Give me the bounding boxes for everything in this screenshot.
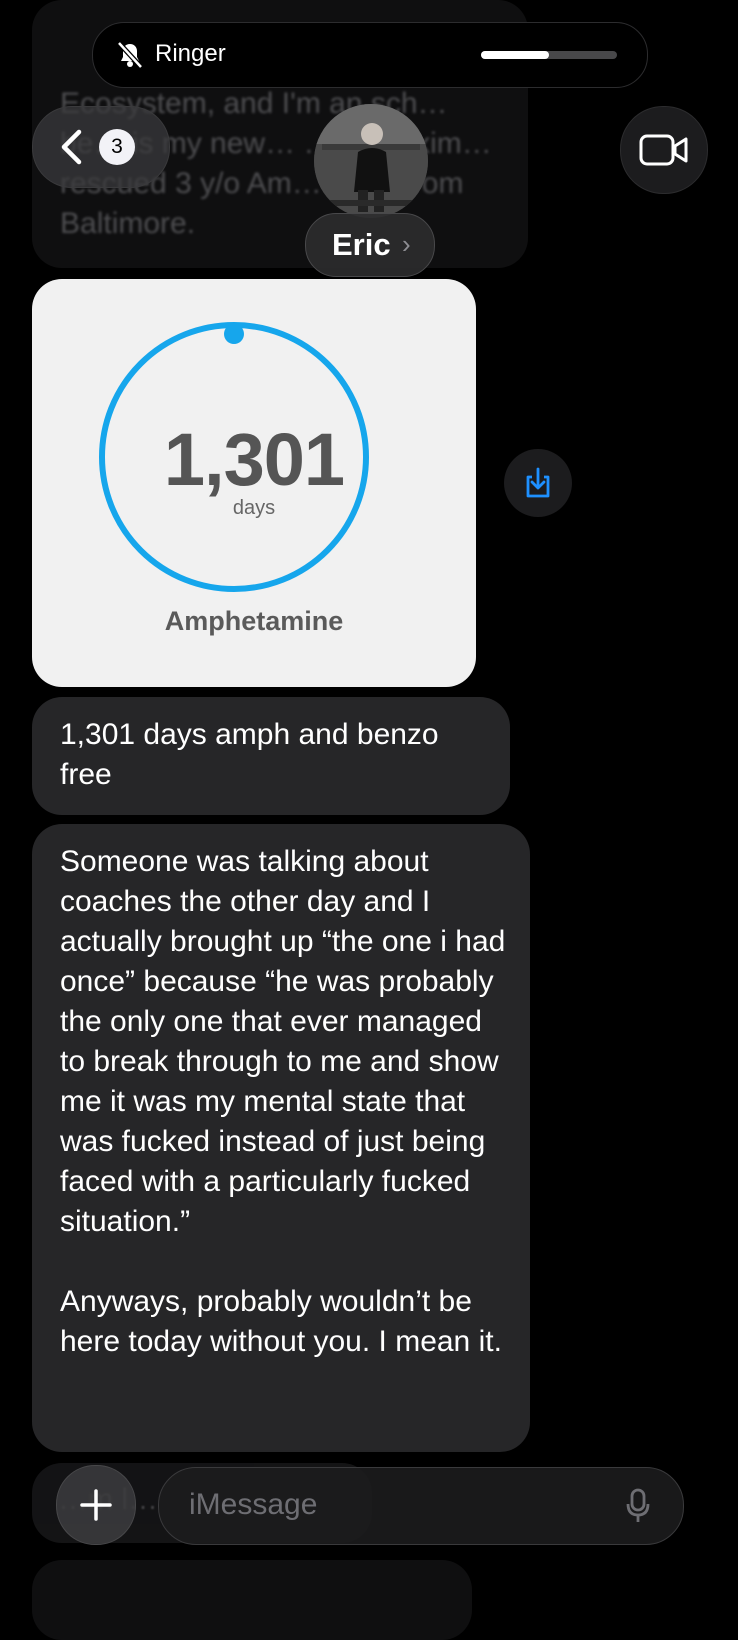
substance-label: Amphetamine <box>164 606 344 636</box>
chevron-right-icon: › <box>402 229 411 259</box>
message-bubble[interactable]: Someone was talking about coaches the ot… <box>32 824 530 1452</box>
ringer-volume-bar <box>481 51 617 59</box>
message-text: 1,301 days amph and benzo free <box>60 718 439 791</box>
plus-icon <box>80 1489 112 1521</box>
save-image-button[interactable] <box>504 449 572 517</box>
microphone-icon[interactable] <box>625 1488 651 1524</box>
message-input[interactable]: iMessage <box>158 1467 684 1545</box>
sobriety-counter-image[interactable]: 1,301 days Amphetamine <box>32 279 476 687</box>
message-input-placeholder: iMessage <box>189 1488 318 1521</box>
save-download-icon <box>526 467 550 498</box>
day-count: 1,301 <box>163 418 345 501</box>
message-bubble-partial[interactable] <box>32 1560 472 1640</box>
unread-count-badge: 3 <box>99 129 135 165</box>
ringer-label: Ringer <box>155 40 226 67</box>
message-bubble[interactable]: 1,301 days amph and benzo free <box>32 697 510 815</box>
avatar-photo <box>314 104 428 218</box>
contact-name-button[interactable]: Eric › <box>305 213 435 277</box>
ringer-volume-fill <box>481 51 549 59</box>
facetime-video-button[interactable] <box>620 106 708 194</box>
contact-avatar[interactable] <box>314 104 428 218</box>
video-camera-icon <box>639 134 688 166</box>
message-paragraph: Anyways, probably wouldn’t be here today… <box>60 1285 502 1358</box>
day-unit: days <box>232 497 276 519</box>
chevron-left-icon <box>61 129 82 165</box>
ringer-banner: Ringer <box>92 22 648 88</box>
bell-slash-icon <box>117 41 143 69</box>
back-button[interactable]: 3 <box>32 106 170 188</box>
add-attachment-button[interactable] <box>56 1465 136 1545</box>
contact-name: Eric <box>332 227 391 262</box>
message-paragraph: Someone was talking about coaches the ot… <box>60 845 506 1238</box>
